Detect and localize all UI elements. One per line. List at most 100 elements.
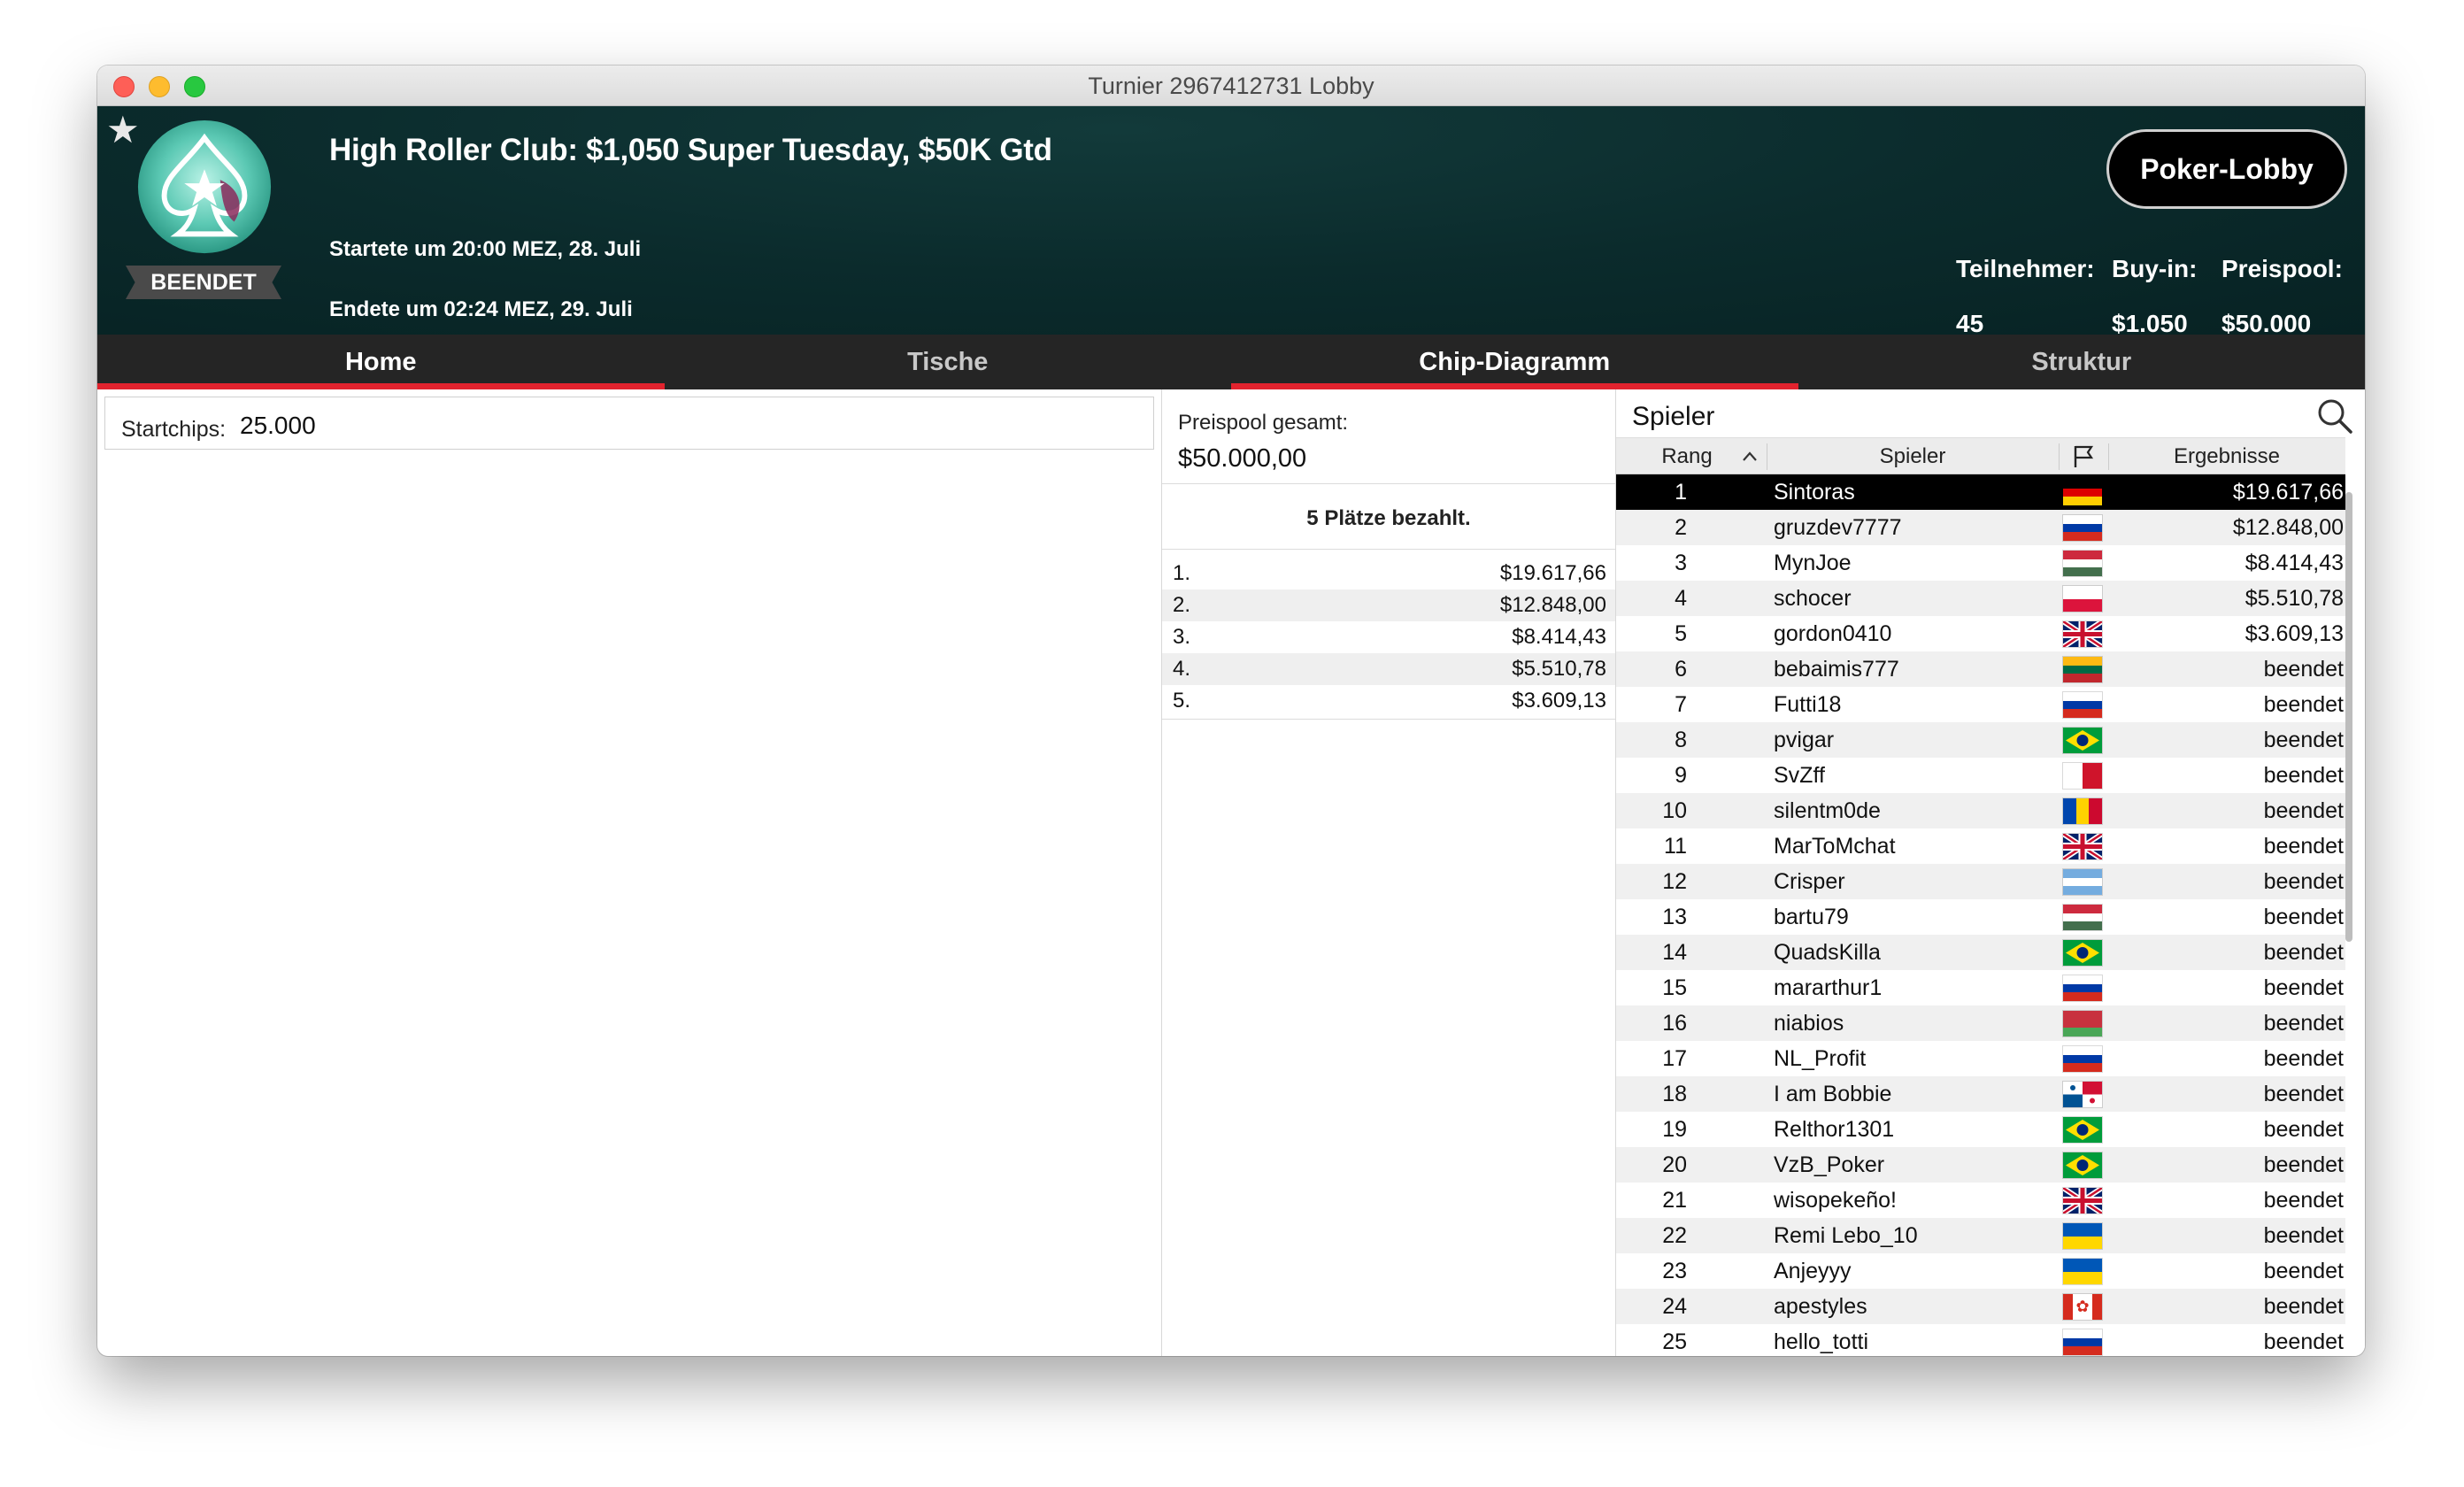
buyin-label: Buy-in: [2112,255,2198,282]
player-row[interactable]: 12 Crisper beendet [1616,864,2345,899]
player-row[interactable]: 22 Remi Lebo_10 beendet [1616,1218,2345,1253]
player-row[interactable]: 7 Futti18 beendet [1616,687,2345,722]
rank-column-header[interactable]: Rang [1616,438,1767,475]
player-name: gruzdev7777 [1774,515,1902,540]
player-row[interactable]: 10 silentm0de beendet [1616,793,2345,828]
player-name: Crisper [1774,869,1845,894]
player-row[interactable]: 5 gordon0410 $3.609,13 [1616,616,2345,651]
tab-home[interactable]: Home [97,335,665,389]
player-name: silentm0de [1774,798,1881,823]
player-rank: 9 [1675,763,1687,788]
prize-amount: $8.414,43 [1512,625,1606,649]
player-result: beendet [2263,692,2344,717]
flag-icon [2074,445,2094,467]
tournament-header: ★ BEENDET High Roller Club: $1,050 Super… [97,106,2365,337]
player-row[interactable]: 24 apestyles ✿ beendet [1616,1289,2345,1324]
player-row[interactable]: 1 Sintoras $19.617,66 [1616,474,2345,510]
player-result: $19.617,66 [2232,480,2344,505]
divider [1162,719,1615,720]
player-rank: 2 [1675,515,1687,540]
player-result: beendet [2263,657,2344,682]
player-result: beendet [2263,905,2344,929]
country-flag-icon [2063,763,2102,789]
player-result: beendet [2263,1046,2344,1071]
player-rank: 24 [1662,1294,1687,1319]
player-rank: 4 [1675,586,1687,611]
prize-place: 5. [1173,689,1191,713]
tab-structure-label: Struktur [2031,347,2132,376]
country-flag-icon [2063,798,2102,824]
player-result: beendet [2263,798,2344,823]
tab-chip-chart[interactable]: Chip-Diagramm [1231,335,1798,389]
player-row[interactable]: 13 bartu79 beendet [1616,899,2345,935]
flag-column-header[interactable] [2059,438,2108,475]
player-name: mararthur1 [1774,975,1883,1000]
player-name: apestyles [1774,1294,1867,1319]
player-name: I am Bobbie [1774,1082,1892,1106]
player-rank: 7 [1675,692,1687,717]
player-row[interactable]: 15 mararthur1 beendet [1616,970,2345,1005]
player-row[interactable]: 25 hello_totti beendet [1616,1324,2345,1356]
country-flag-icon [2063,692,2102,718]
country-flag-icon [2063,586,2102,612]
tab-bar: Home Tische Chip-Diagramm Struktur [97,335,2365,389]
player-rank: 12 [1662,869,1687,894]
player-result: beendet [2263,763,2344,788]
players-table-body: 1 Sintoras $19.617,66 2 gruzdev7777 $12.848,0… [1616,474,2345,1356]
player-rank: 1 [1675,480,1687,505]
player-row[interactable]: 23 Anjeyyy beendet [1616,1253,2345,1289]
player-name: schocer [1774,586,1852,611]
player-rank: 10 [1662,798,1687,823]
player-row[interactable]: 8 pvigar beendet [1616,722,2345,758]
player-result: beendet [2263,940,2344,965]
players-scrollbar[interactable] [2345,492,2352,942]
player-row[interactable]: 11 MarToMchat beendet [1616,828,2345,864]
tab-tables[interactable]: Tische [665,335,1232,389]
title-bar: Turnier 2967412731 Lobby [97,65,2365,106]
prize-list: 1. $19.617,66 2. $12.848,00 3. $8.414,43… [1162,558,1615,717]
player-row[interactable]: 20 VzB_Poker beendet [1616,1147,2345,1183]
player-result: $5.510,78 [2245,586,2344,611]
spade-logo-icon [137,119,272,254]
poker-lobby-button[interactable]: Poker-Lobby [2106,129,2347,209]
player-row[interactable]: 9 SvZff beendet [1616,758,2345,793]
player-row[interactable]: 6 bebaimis777 beendet [1616,651,2345,687]
search-icon[interactable] [2315,397,2354,435]
player-result: beendet [2263,1011,2344,1036]
result-column-label: Ergebnisse [2173,444,2281,468]
player-rank: 21 [1662,1188,1687,1213]
prize-row: 4. $5.510,78 [1162,653,1615,685]
tab-home-underline [97,383,665,389]
event-title: High Roller Club: $1,050 Super Tuesday, … [329,133,1052,167]
player-rank: 22 [1662,1223,1687,1248]
player-result: beendet [2263,1117,2344,1142]
player-name: Futti18 [1774,692,1842,717]
player-row[interactable]: 21 wisopekeño! beendet [1616,1183,2345,1218]
result-column-header[interactable]: Ergebnisse [2108,438,2345,475]
player-result: beendet [2263,834,2344,859]
player-row[interactable]: 2 gruzdev7777 $12.848,00 [1616,510,2345,545]
divider [1162,483,1615,484]
country-flag-icon [2063,905,2102,930]
player-column-header[interactable]: Spieler [1767,438,2059,475]
tab-tables-label: Tische [907,347,989,376]
prize-pool-label: Preispool gesamt: [1178,411,1349,435]
tab-structure[interactable]: Struktur [1798,335,2366,389]
country-flag-icon [2063,657,2102,682]
country-flag-icon [2063,834,2102,859]
player-row[interactable]: 14 QuadsKilla beendet [1616,935,2345,970]
player-rank: 5 [1675,621,1687,646]
player-row[interactable]: 4 schocer $5.510,78 [1616,581,2345,616]
player-row[interactable]: 16 niabios beendet [1616,1005,2345,1041]
players-table-header: Rang Spieler Ergebnisse [1616,437,2345,474]
prize-place: 2. [1173,593,1191,617]
country-flag-icon [2063,1259,2102,1284]
player-row[interactable]: 17 NL_Profit beendet [1616,1041,2345,1076]
country-flag-icon [2063,480,2102,505]
player-row[interactable]: 19 Relthor1301 beendet [1616,1112,2345,1147]
player-row[interactable]: 18 I am Bobbie beendet [1616,1076,2345,1112]
content-area: Startchips: 25.000 Preispool gesamt: $50… [97,389,2365,1356]
player-row[interactable]: 3 MynJoe $8.414,43 [1616,545,2345,581]
player-result: beendet [2263,1082,2344,1106]
country-flag-icon: ✿ [2063,1294,2102,1320]
